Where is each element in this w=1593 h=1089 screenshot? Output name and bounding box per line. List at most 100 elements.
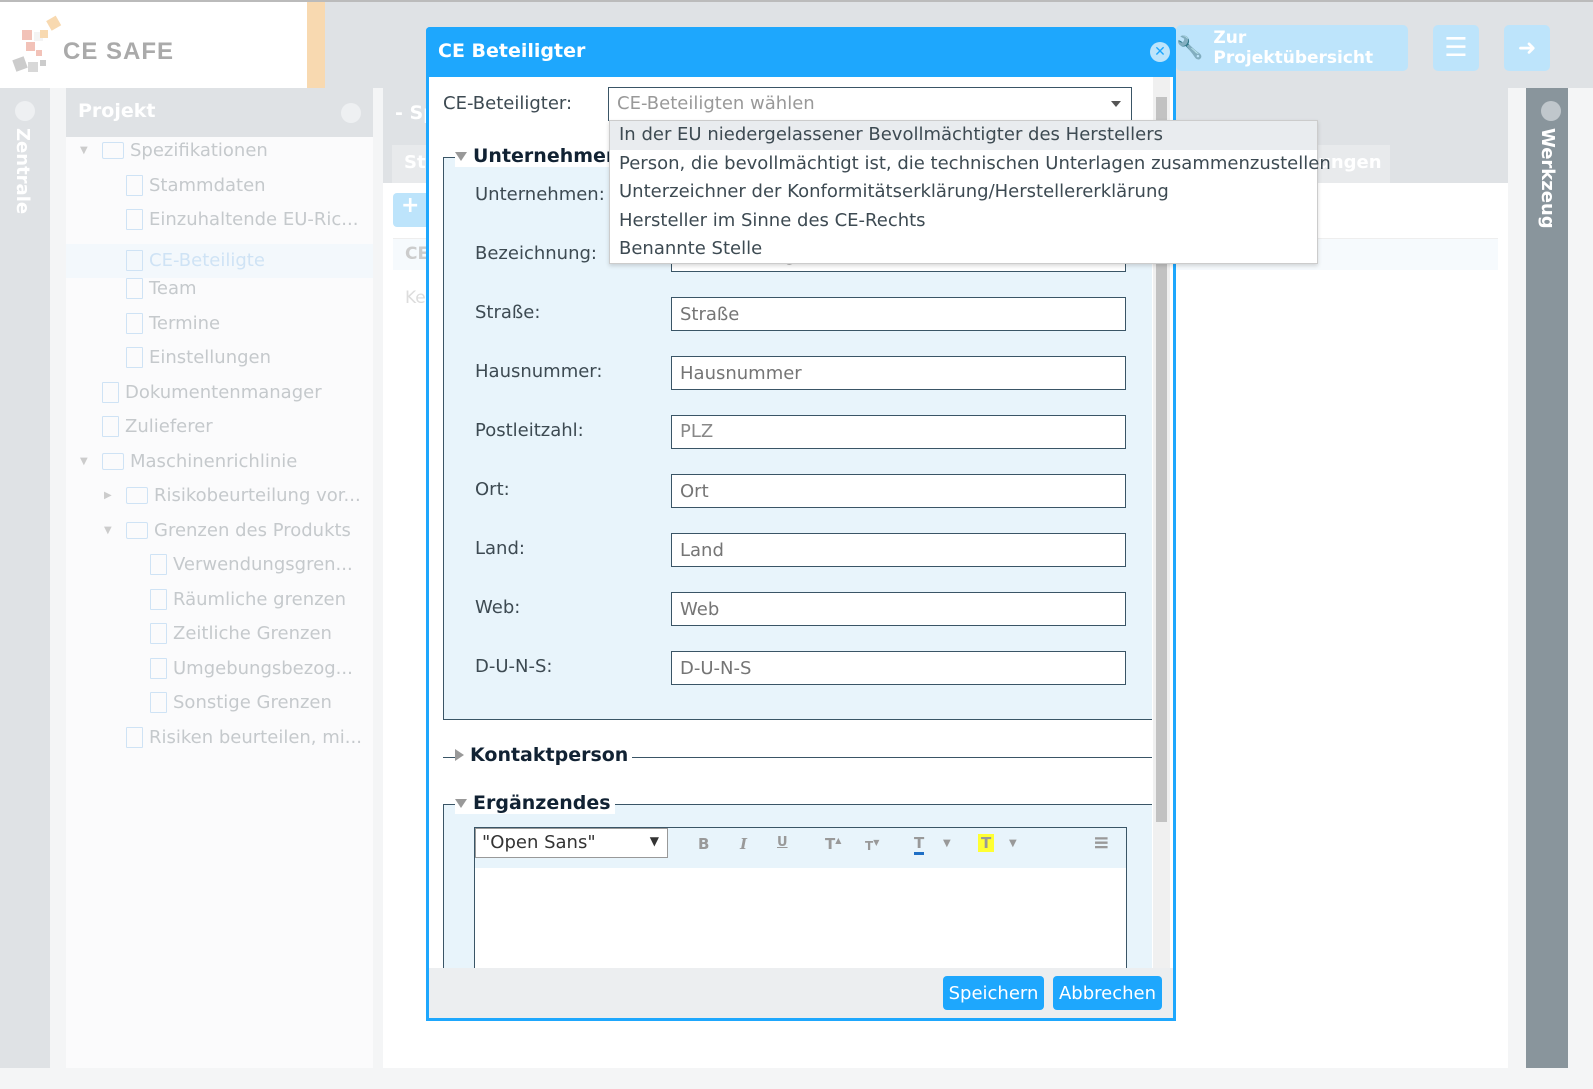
tree-item-label: Grenzen des Produkts (154, 519, 351, 541)
field-input[interactable] (671, 533, 1126, 567)
caret-down-icon[interactable]: ▼ (80, 145, 96, 156)
tree-item[interactable]: Zeitliche Grenzen (150, 623, 332, 644)
tree-item-label: CE-Beteiligte (149, 250, 265, 271)
section-title: Unternehmen (473, 145, 620, 167)
dialog-header: CE Beteiligter ✕ (426, 27, 1176, 77)
align-icon[interactable]: ≡ (1093, 830, 1110, 854)
tree-item-label: Stammdaten (149, 174, 266, 196)
select-placeholder: CE-Beteiligten wählen (617, 93, 815, 114)
expand-icon[interactable] (1541, 101, 1561, 121)
highlight-color-icon[interactable]: T (978, 834, 995, 852)
tree-item[interactable]: Dokumentenmanager (102, 381, 322, 403)
cancel-label: Abbrechen (1058, 982, 1157, 1004)
close-icon[interactable]: ✕ (1150, 42, 1170, 62)
field-input[interactable] (671, 297, 1126, 331)
tree-item-label: Verwendungsgren... (173, 554, 353, 575)
field-label: Web: (475, 597, 521, 618)
logout-icon: ➜ (1517, 35, 1537, 61)
caret-down-icon[interactable]: ▼ (943, 838, 951, 849)
project-overview-button[interactable]: 🔧 Zur Projektübersicht (1176, 25, 1408, 71)
tree-item[interactable]: ▼ Spezifikationen (80, 140, 268, 161)
tree-item[interactable]: Termine (126, 312, 220, 334)
tree-item-label: Einzuhaltende EU-Ric... (149, 209, 359, 230)
dropdown-option[interactable]: Unterzeichner der Konformitätserklärung/… (610, 178, 1317, 207)
field-input[interactable] (671, 651, 1126, 685)
project-overview-label: Zur Projektübersicht (1213, 28, 1374, 68)
underline-button[interactable]: U (777, 835, 788, 850)
werkzeug-label: Werkzeug (1537, 128, 1558, 229)
file-icon (150, 657, 167, 679)
tree-item[interactable]: ▼ Grenzen des Produkts (104, 520, 351, 541)
file-icon (150, 623, 167, 644)
save-button[interactable]: Speichern (943, 976, 1044, 1010)
hamburger-icon: ☰ (1444, 33, 1468, 63)
tree-item[interactable]: Sonstige Grenzen (150, 692, 332, 713)
field-label: Straße: (475, 302, 541, 323)
field-input[interactable] (671, 592, 1126, 626)
field-label: Bezeichnung: (475, 243, 597, 264)
file-icon (126, 347, 143, 368)
tree-item[interactable]: Einzuhaltende EU-Ric... (126, 209, 358, 230)
caret-right-icon[interactable]: ▶ (104, 490, 120, 501)
zentrale-label: Zentrale (12, 128, 33, 215)
chevron-down-icon (1111, 101, 1121, 107)
caret-down-icon[interactable]: ▼ (1009, 838, 1017, 849)
text-color-icon[interactable]: T (914, 834, 925, 855)
tree-item-label: Dokumentenmanager (125, 381, 322, 403)
file-icon (126, 174, 143, 196)
logout-button[interactable]: ➜ (1504, 25, 1550, 71)
caret-down-icon[interactable]: ▼ (104, 525, 120, 536)
collapse-icon[interactable] (341, 103, 361, 123)
file-icon (126, 312, 143, 334)
logo-mark-icon (12, 15, 62, 72)
tree-item[interactable]: Verwendungsgren... (150, 554, 353, 575)
tree-item[interactable]: Stammdaten (126, 174, 266, 196)
project-panel (66, 88, 373, 1068)
tree-item-label: Maschinenrichlinie (130, 450, 298, 472)
dropdown-option[interactable]: Person, die bevollmächtigt ist, die tech… (610, 150, 1331, 179)
section-title: Kontaktperson (470, 744, 629, 766)
file-icon (126, 209, 143, 230)
dropdown-option[interactable]: In der EU niedergelassener Bevollmächtig… (610, 121, 1317, 150)
field-label: Land: (475, 538, 525, 559)
left-collapsed-panel[interactable]: Zentrale (0, 88, 50, 1068)
field-input[interactable] (671, 356, 1126, 390)
tool-panel[interactable]: Werkzeug (1526, 88, 1568, 1068)
tree-item[interactable]: Einstellungen (126, 347, 271, 368)
italic-button[interactable]: I (740, 835, 747, 853)
folder-icon (102, 142, 124, 159)
tree-item-label: Spezifikationen (130, 140, 268, 161)
tree-item[interactable]: Umgebungsbezog... (150, 657, 353, 679)
menu-button[interactable]: ☰ (1433, 25, 1479, 71)
tree-item[interactable]: CE-Beteiligte (66, 243, 373, 278)
tree-item[interactable]: Räumliche grenzen (150, 588, 346, 610)
expand-icon[interactable] (15, 101, 35, 121)
bold-button[interactable]: B (698, 835, 709, 853)
dropdown-option[interactable]: Hersteller im Sinne des CE-Rechts (610, 207, 1317, 236)
tree-item-label: Team (149, 278, 197, 299)
subscript-icon[interactable]: T▼ (865, 838, 879, 853)
field-input[interactable] (671, 474, 1126, 508)
ce-participant-select[interactable]: CE-Beteiligten wählen (608, 87, 1132, 121)
tree-item[interactable]: ▼ Maschinenrichlinie (80, 451, 297, 472)
tree-item[interactable]: Risiken beurteilen, mi... (126, 726, 362, 748)
caret-down-icon[interactable]: ▼ (80, 456, 96, 467)
project-title: Projekt (78, 100, 156, 122)
folder-icon (126, 487, 148, 504)
contact-section-toggle[interactable]: Kontaktperson (455, 744, 633, 766)
tree-item[interactable]: ▶ Risikobeurteilung vor... (104, 485, 361, 506)
file-icon (102, 416, 119, 437)
tree-item[interactable]: Zulieferer (102, 416, 213, 437)
superscript-icon[interactable]: T▲ (825, 835, 841, 853)
field-input[interactable] (671, 415, 1126, 449)
file-icon (126, 726, 143, 748)
file-icon (150, 692, 167, 713)
logo: CE SAFE (0, 2, 307, 88)
dropdown-option[interactable]: Benannte Stelle (610, 235, 1317, 264)
font-select[interactable]: "Open Sans" ▼ (475, 828, 668, 858)
tree-item[interactable]: Team (126, 278, 197, 299)
extra-section-toggle[interactable]: Ergänzendes (455, 792, 615, 814)
tab-label: St (404, 152, 426, 173)
company-section-toggle[interactable]: Unternehmen (455, 145, 624, 167)
cancel-button[interactable]: Abbrechen (1053, 976, 1162, 1010)
